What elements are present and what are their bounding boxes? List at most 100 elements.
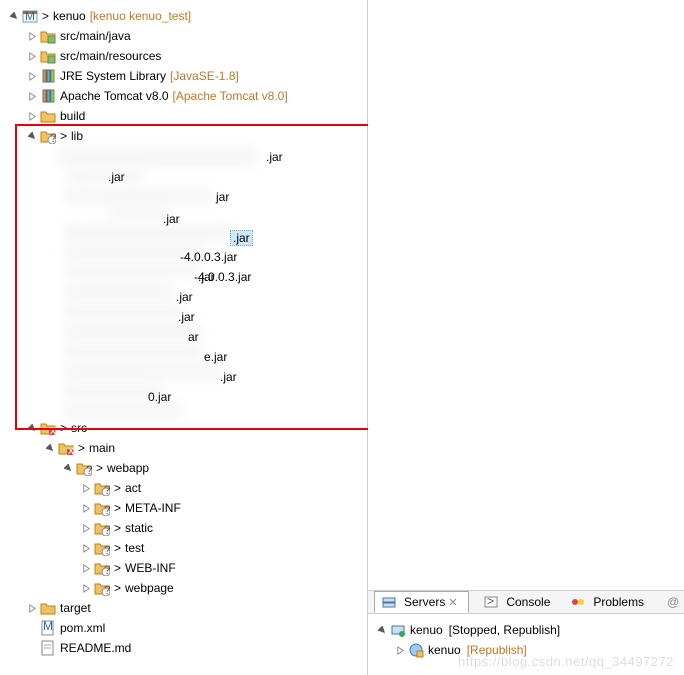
webapp-child[interactable]: ?>act <box>8 478 367 498</box>
jar-fragment[interactable]: .jar <box>230 230 253 246</box>
jar-fragment[interactable]: jar <box>216 190 229 204</box>
webapp-child[interactable]: ? > test <box>8 538 367 558</box>
jar-fragment[interactable]: .jar <box>178 310 195 324</box>
jar-fragment[interactable]: .jar <box>163 212 180 226</box>
collapse-icon[interactable] <box>80 542 92 554</box>
jar-fragment[interactable]: ar <box>188 330 199 344</box>
expand-icon[interactable] <box>26 130 38 142</box>
collapse-icon[interactable] <box>26 110 38 122</box>
tree-node[interactable]: src/main/java <box>8 26 367 46</box>
server-icon <box>390 622 406 638</box>
main-label: main <box>89 441 115 455</box>
target-folder[interactable]: target <box>8 598 367 618</box>
svg-text:?: ? <box>104 563 110 576</box>
jar-fragment[interactable]: .jar <box>266 150 283 164</box>
webapp-child[interactable]: ?>webpage <box>8 578 367 598</box>
text-file-icon <box>40 640 56 656</box>
jar-fragment[interactable]: -4.0.0.3.jar <box>180 250 237 264</box>
node-label: src/main/resources <box>60 49 161 63</box>
main-folder[interactable]: x > main <box>8 438 367 458</box>
collapse-icon[interactable] <box>80 582 92 594</box>
folder-error-icon: x <box>40 420 56 436</box>
collapse-icon[interactable] <box>80 522 92 534</box>
tab-problems-label: Problems <box>593 595 644 609</box>
collapse-icon[interactable] <box>26 50 38 62</box>
child-prefix: > <box>114 521 121 535</box>
child-label: test <box>125 541 144 555</box>
collapse-icon[interactable] <box>26 70 38 82</box>
folder-icon <box>40 600 56 616</box>
jar-fragment[interactable]: -4.0.0.3.jar <box>194 270 251 284</box>
module-icon <box>408 642 424 658</box>
webapp-child[interactable]: ?>META-INF <box>8 498 367 518</box>
tab-problems[interactable]: Problems <box>564 592 650 612</box>
expand-icon[interactable] <box>44 442 56 454</box>
tree-node[interactable]: JRE System Library[JavaSE-1.8] <box>8 66 367 86</box>
server-root-name: kenuo <box>410 623 443 637</box>
collapse-icon[interactable] <box>26 30 38 42</box>
node-label: build <box>60 109 85 123</box>
collapse-icon[interactable] <box>26 602 38 614</box>
collapse-icon[interactable] <box>80 482 92 494</box>
jar-fragment[interactable]: .jar <box>176 290 193 304</box>
svg-text:M: M <box>25 9 35 23</box>
svg-text:?: ? <box>86 463 92 476</box>
src-folder[interactable]: x > src <box>8 418 367 438</box>
folder-question-icon: ? <box>94 520 110 536</box>
webapp-child[interactable]: ?>WEB-INF <box>8 558 367 578</box>
close-icon[interactable] <box>448 594 458 610</box>
folder-question-icon: ? <box>94 560 110 576</box>
svg-text:?: ? <box>104 523 110 536</box>
child-label: act <box>125 481 141 495</box>
webapp-label: webapp <box>107 461 149 475</box>
project-root[interactable]: M > kenuo [kenuo kenuo_test] <box>8 6 367 26</box>
tree-node[interactable]: src/main/resources <box>8 46 367 66</box>
tab-console[interactable]: > Console <box>477 592 556 612</box>
javadoc-icon: @ <box>664 594 680 610</box>
jar-fragment[interactable]: .jar <box>108 170 125 184</box>
tab-servers[interactable]: Servers <box>374 591 469 613</box>
pom-file[interactable]: M pom.xml <box>8 618 367 638</box>
node-label: src/main/java <box>60 29 131 43</box>
child-label: static <box>125 521 153 535</box>
svg-text:@: @ <box>667 595 679 609</box>
folder-question-icon: ? <box>76 460 92 476</box>
console-icon: > <box>483 594 499 610</box>
folder-question-icon: ? <box>94 480 110 496</box>
webapp-folder[interactable]: ? > webapp <box>8 458 367 478</box>
node-label: JRE System Library <box>60 69 166 83</box>
collapse-icon[interactable] <box>394 644 406 656</box>
svg-text:M: M <box>43 620 53 633</box>
expand-icon[interactable] <box>8 10 20 22</box>
tree-node[interactable]: build <box>8 106 367 126</box>
expand-icon[interactable] <box>376 624 388 636</box>
folder-question-icon: ? <box>94 580 110 596</box>
readme-file[interactable]: README.md <box>8 638 367 658</box>
expand-icon[interactable] <box>26 422 38 434</box>
collapse-icon[interactable] <box>80 562 92 574</box>
lib-prefix: > <box>60 129 67 143</box>
node-icon <box>40 108 56 124</box>
svg-text:?: ? <box>104 543 110 556</box>
project-tree[interactable]: M > kenuo [kenuo kenuo_test] src/main/ja… <box>0 0 367 664</box>
pom-label: pom.xml <box>60 621 105 635</box>
jar-fragment[interactable]: 0.jar <box>148 390 171 404</box>
jar-fragment[interactable]: e.jar <box>204 350 227 364</box>
root-prefix: > <box>42 9 49 23</box>
tree-node[interactable]: Apache Tomcat v8.0[Apache Tomcat v8.0] <box>8 86 367 106</box>
tab-javadoc[interactable]: @ Javadoc <box>658 592 684 612</box>
collapse-icon[interactable] <box>26 90 38 102</box>
node-label: Apache Tomcat v8.0 <box>60 89 169 103</box>
collapse-icon[interactable] <box>80 502 92 514</box>
server-root[interactable]: kenuo [Stopped, Republish] <box>376 620 684 640</box>
svg-text:x: x <box>68 443 74 456</box>
project-icon: M <box>22 8 38 24</box>
lib-folder[interactable]: ? > lib <box>8 126 367 146</box>
editor-servers-pane: Servers > Console Problems @ Javadoc ken… <box>368 0 684 675</box>
expand-icon[interactable] <box>62 462 74 474</box>
child-prefix: > <box>114 541 121 555</box>
problems-icon <box>570 594 586 610</box>
svg-text:?: ? <box>104 483 110 496</box>
webapp-child[interactable]: ? > static <box>8 518 367 538</box>
jar-fragment[interactable]: .jar <box>220 370 237 384</box>
